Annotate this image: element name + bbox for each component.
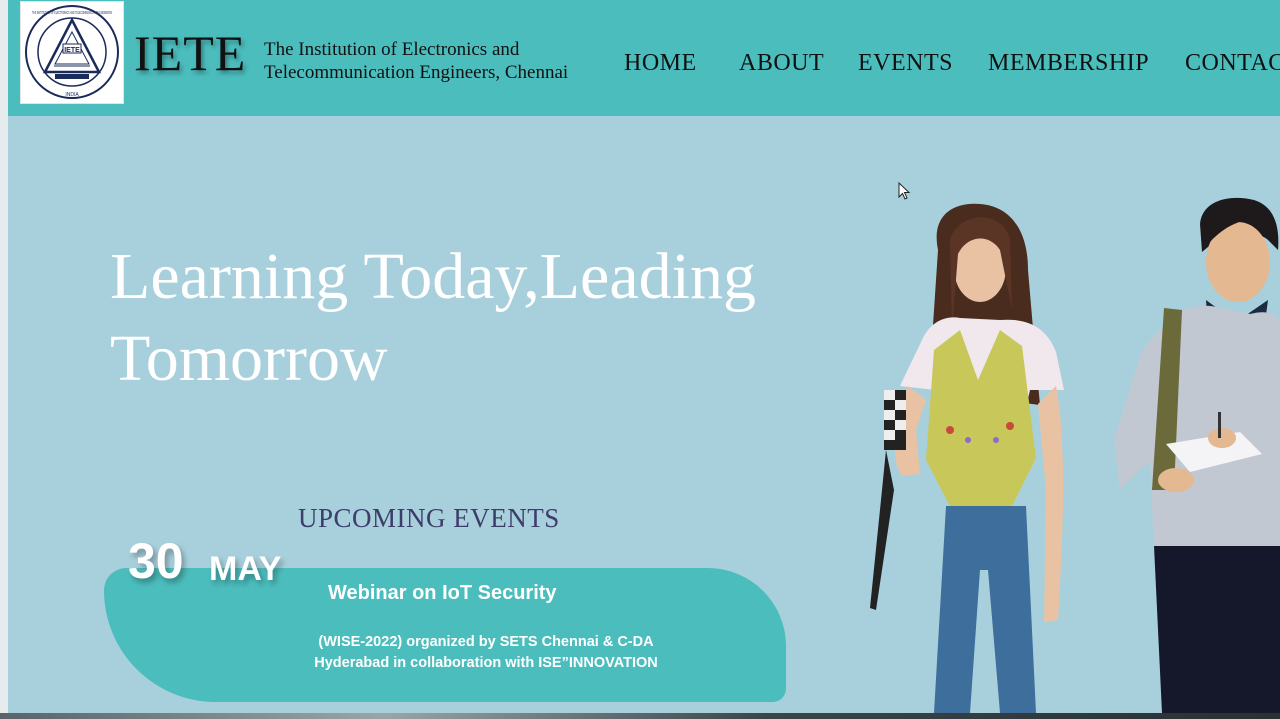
hero-headline: Learning Today,Leading Tomorrow xyxy=(110,236,756,400)
headline-line-1: Learning Today,Leading xyxy=(110,240,756,313)
event-description: (WISE-2022) organized by SETS Chennai & … xyxy=(268,632,704,674)
logo-ring-text-top: THE INSTITUTION OF ELECTRONICS AND TELEC… xyxy=(32,10,112,15)
nav-events[interactable]: EVENTS xyxy=(858,50,953,77)
event-day: 30 xyxy=(128,533,184,589)
event-description-line-1: (WISE-2022) organized by SETS Chennai & … xyxy=(318,634,654,650)
logo-ring-text-bottom: INDIA xyxy=(65,92,79,98)
nav-about[interactable]: ABOUT xyxy=(739,50,824,77)
nav-home[interactable]: HOME xyxy=(624,50,697,77)
student-boy xyxy=(1114,197,1280,713)
upcoming-events-title: UPCOMING EVENTS xyxy=(298,503,560,533)
event-description-line-2: Hyderabad in collaboration with ISE”INNO… xyxy=(314,655,658,671)
main-nav: HOME ABOUT EVENTS MEMBERSHIP CONTAC xyxy=(0,50,1280,80)
bottom-edge-bar xyxy=(0,713,1280,719)
nav-membership[interactable]: MEMBERSHIP xyxy=(988,50,1149,77)
event-month: MAY xyxy=(209,550,282,588)
event-title[interactable]: Webinar on IoT Security xyxy=(328,582,557,605)
nav-contact[interactable]: CONTAC xyxy=(1185,50,1280,77)
left-margin xyxy=(0,0,8,719)
mouse-pointer-icon xyxy=(898,182,911,200)
students-walking-image xyxy=(870,197,1280,713)
headline-line-2: Tomorrow xyxy=(110,322,388,395)
page: IETE THE INSTITUTION OF ELECTRONICS AND … xyxy=(0,0,1280,719)
student-girl xyxy=(870,203,1064,713)
